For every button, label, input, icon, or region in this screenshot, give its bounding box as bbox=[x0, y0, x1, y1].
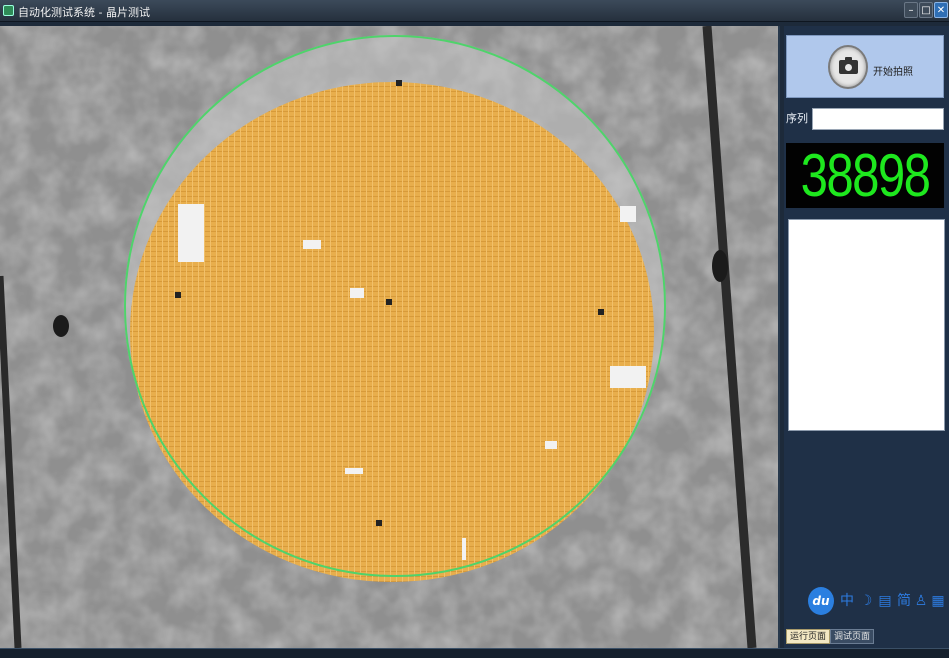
title-bar: 自动化测试系统 - 晶片测试 – □ ✕ bbox=[0, 0, 949, 22]
user-icon[interactable]: ♙ bbox=[913, 592, 929, 610]
keyboard-icon[interactable]: ▤ bbox=[877, 592, 893, 610]
log-output-area[interactable] bbox=[788, 219, 945, 431]
serial-label: 序列 bbox=[786, 112, 808, 125]
window-title: 自动化测试系统 - 晶片测试 bbox=[18, 6, 150, 19]
tab-run-page[interactable]: 运行页面 bbox=[786, 629, 831, 644]
minimize-button[interactable]: – bbox=[904, 2, 918, 18]
simplified-icon[interactable]: 简 bbox=[896, 592, 912, 610]
chinese-mode-icon[interactable]: 中 bbox=[839, 592, 855, 610]
status-strip bbox=[0, 648, 949, 658]
app-icon bbox=[3, 5, 14, 16]
serial-input[interactable] bbox=[812, 108, 944, 130]
counter-value: 38898 bbox=[800, 142, 931, 209]
camera-image-viewer[interactable] bbox=[0, 26, 780, 648]
maximize-button[interactable]: □ bbox=[919, 2, 933, 18]
counter-display: 38898 bbox=[786, 142, 944, 209]
control-panel: 开始拍照 序列 38898 du 中 ☽ ▤ 简 ♙ ▦ 运行页面 调试页面 bbox=[784, 26, 949, 648]
wafer-image bbox=[0, 26, 778, 648]
baidu-ime-logo[interactable]: du bbox=[808, 587, 834, 615]
start-capture-button[interactable]: 开始拍照 bbox=[786, 35, 944, 98]
capture-button-label: 开始拍照 bbox=[873, 67, 913, 78]
moon-icon[interactable]: ☽ bbox=[858, 592, 874, 610]
camera-icon bbox=[828, 45, 868, 89]
close-button[interactable]: ✕ bbox=[934, 2, 948, 18]
ime-toolbar: du 中 ☽ ▤ 简 ♙ ▦ bbox=[808, 587, 948, 617]
grid-menu-icon[interactable]: ▦ bbox=[930, 592, 946, 610]
tab-debug-page[interactable]: 调试页面 bbox=[830, 629, 875, 644]
